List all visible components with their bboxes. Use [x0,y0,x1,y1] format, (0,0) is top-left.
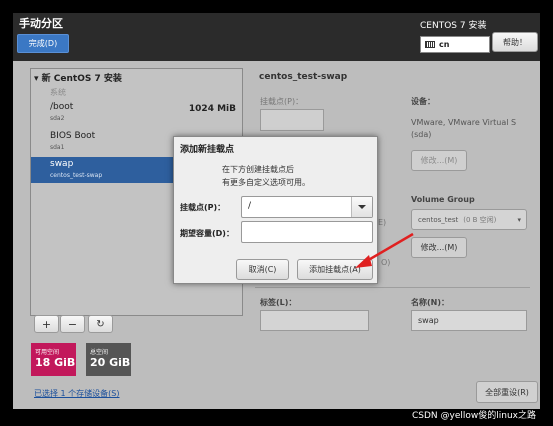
available-space-label: 可用空间 [35,349,60,356]
total-space-box: 总空间 20 GiB [86,343,131,376]
volume-group-label: Volume Group [411,195,475,204]
mount-point-input[interactable]: / [248,201,251,211]
partition-device: sda1 [50,144,65,151]
dialog-capacity-label: 期望容量(D)： [180,229,234,238]
add-mount-point-dialog: 添加新挂载点 在下方创建挂载点后 有更多自定义选项可用。 挂载点(P)： / 期… [173,136,378,284]
dialog-mount-point-label: 挂载点(P)： [180,203,226,212]
add-partition-button[interactable]: + [34,315,59,333]
refresh-button[interactable]: ↻ [88,315,113,333]
page-title: 手动分区 [19,17,63,30]
tag-input[interactable] [260,310,369,331]
available-space-value: 18 GiB [35,356,76,369]
cancel-button[interactable]: 取消(C) [236,259,289,280]
dialog-description-line1: 在下方创建挂载点后 [222,165,294,174]
device-value: VMware, VMware Virtual S (sda) [411,118,517,139]
expand-arrow-icon: ▾ [34,74,39,84]
partition-name: /boot [50,102,74,112]
volume-group-select[interactable]: centos_test (0 B 空闲) ▾ [411,209,527,230]
available-space-box: 可用空间 18 GiB [31,343,76,376]
partition-size: 1024 MiB [188,104,236,114]
capacity-input[interactable] [241,221,373,243]
name-label: 名称(N)： [411,298,450,307]
product-title: CENTOS 7 安装 [420,21,487,31]
keyboard-layout-indicator[interactable]: cn [420,36,490,53]
device-label: 设备： [411,97,435,106]
name-input-value: swap [418,316,439,325]
volume-group-free: (0 B 空闲) [463,215,497,224]
done-button[interactable]: 完成(D) [17,34,69,53]
partition-device: centos_test-swap [50,172,103,179]
install-header[interactable]: ▾ 新 CentOS 7 安装 [34,71,122,84]
mount-point-combobox[interactable]: / [241,196,373,218]
modify-volume-group-button[interactable]: 修改...(M) [411,237,467,258]
details-title: centos_test-swap [259,72,348,82]
add-mount-point-button[interactable]: 添加挂载点(A) [297,259,373,280]
partition-name: swap [50,159,74,169]
reset-all-button[interactable]: 全部重设(R) [476,381,538,403]
partition-item-boot[interactable]: /boot 1024 MiB sda2 [31,100,242,128]
modify-device-button[interactable]: 修改...(M) [411,150,467,171]
mount-point-dropdown-button[interactable] [351,197,372,217]
dialog-description-line2: 有更多自定义选项可用。 [222,178,310,187]
name-input[interactable]: swap [411,310,527,331]
total-space-label: 总空间 [90,349,109,356]
hidden-field-suffix-o: O) [381,258,391,267]
dialog-title: 添加新挂载点 [180,145,235,155]
keyboard-layout-label: cn [439,40,450,49]
system-section-label: 系统 [50,88,66,97]
details-divider [255,287,530,288]
partition-device: sda2 [50,115,65,122]
dropdown-arrow-icon: ▾ [517,215,521,224]
watermark: CSDN @yellow俊的linux之路 [412,411,536,421]
mount-point-field-bg[interactable] [260,109,324,131]
tag-label: 标签(L)： [260,298,297,307]
help-button[interactable]: 帮助！ [492,32,538,52]
keyboard-icon [425,41,435,48]
selected-devices-link[interactable]: 已选择 1 个存储设备(S) [34,388,120,399]
volume-group-name: centos_test [418,215,459,224]
install-header-label: 新 CentOS 7 安装 [41,74,122,84]
remove-partition-button[interactable]: − [60,315,85,333]
hidden-field-suffix-e: E) [378,218,387,227]
partition-name: BIOS Boot [50,131,96,141]
mount-point-label-bg: 挂载点(P)： [260,97,304,106]
chevron-down-icon [358,205,366,209]
total-space-value: 20 GiB [90,356,131,369]
